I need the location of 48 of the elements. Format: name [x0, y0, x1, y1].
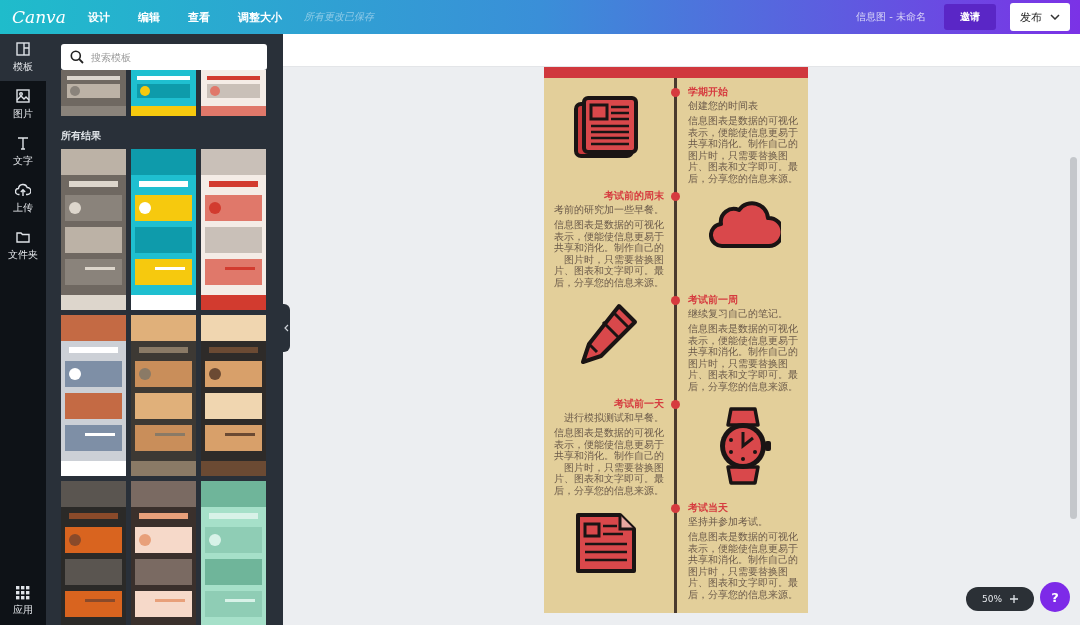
document-title[interactable]: 信息图 - 未命名	[856, 10, 926, 24]
collapse-handle[interactable]	[283, 304, 290, 352]
timeline-dot	[671, 192, 680, 201]
event-description: 信息图表是数据的可视化表示，便能使信息更易于共享和消化。制作自己的图片时，只需要替换图片、图表和文字即可。最后，分享您的信息来源。	[552, 219, 664, 288]
chevron-down-icon	[1050, 14, 1060, 20]
event-title: 学期开始	[687, 85, 729, 99]
sidebar-item[interactable]: 上传	[0, 175, 46, 222]
event-subtitle: 继续复习自己的笔记。	[687, 307, 789, 320]
event-title: 考试前一周	[687, 293, 739, 307]
timeline-dot	[671, 88, 680, 97]
folder-icon	[15, 229, 31, 245]
timeline-dot	[671, 504, 680, 513]
event-description: 信息图表是数据的可视化表示，便能使信息更易于共享和消化。制作自己的图片时，只需要替换图片、图表和文字即可。最后，分享您的信息来源。	[687, 115, 799, 184]
apps-icon	[16, 586, 30, 600]
sidebar-item[interactable]: 应用	[0, 578, 46, 625]
sidebar-item[interactable]: 模板	[0, 34, 46, 81]
event-title: 考试当天	[687, 501, 729, 515]
save-status: 所有更改已保存	[303, 10, 374, 24]
sidebar-item[interactable]: 文件夹	[0, 222, 46, 269]
timeline-dot	[671, 400, 680, 409]
help-button[interactable]: ?	[1040, 582, 1070, 612]
event-description: 信息图表是数据的可视化表示，便能使信息更易于共享和消化。制作自己的图片时，只需要替换图片、图表和文字即可。最后，分享您的信息来源。	[552, 427, 664, 496]
text-icon	[15, 135, 31, 151]
scrollbar-thumb[interactable]	[1070, 157, 1077, 519]
event-description: 信息图表是数据的可视化表示，便能使信息更易于共享和消化。制作自己的图片时，只需要替换图片、图表和文字即可。最后，分享您的信息来源。	[687, 323, 799, 392]
document-icon	[573, 510, 639, 576]
event-title: 考试前一天	[612, 397, 664, 411]
chevron-left-icon	[284, 324, 289, 332]
event-subtitle: 坚持并参加考试。	[687, 515, 769, 528]
cloud-icon	[709, 198, 781, 250]
event-title: 考试前的周末	[602, 189, 664, 203]
image-icon	[15, 88, 31, 104]
event-subtitle: 进行模拟测试和早餐。	[562, 411, 664, 424]
zoom-control[interactable]: 50%	[966, 587, 1034, 611]
newspaper-icon	[573, 94, 639, 160]
layout-icon	[15, 41, 31, 57]
publish-button[interactable]: 发布	[1010, 3, 1070, 31]
sidebar-item[interactable]: 文字	[0, 128, 46, 175]
search-field[interactable]: 搜索模板	[61, 44, 267, 70]
event-description: 信息图表是数据的可视化表示，便能使信息更易于共享和消化。制作自己的图片时，只需要替换图片、图表和文字即可。最后，分享您的信息来源。	[687, 531, 799, 600]
event-subtitle: 考前的研究加一些早餐。	[552, 203, 664, 216]
invite-button[interactable]: 邀请	[944, 4, 996, 30]
event-subtitle: 创建您的时间表	[687, 99, 759, 112]
upload-icon	[15, 182, 31, 198]
sidebar-item[interactable]: 图片	[0, 81, 46, 128]
section-title: 所有结果	[61, 129, 102, 143]
plus-icon	[1010, 595, 1018, 603]
timeline-dot	[671, 296, 680, 305]
